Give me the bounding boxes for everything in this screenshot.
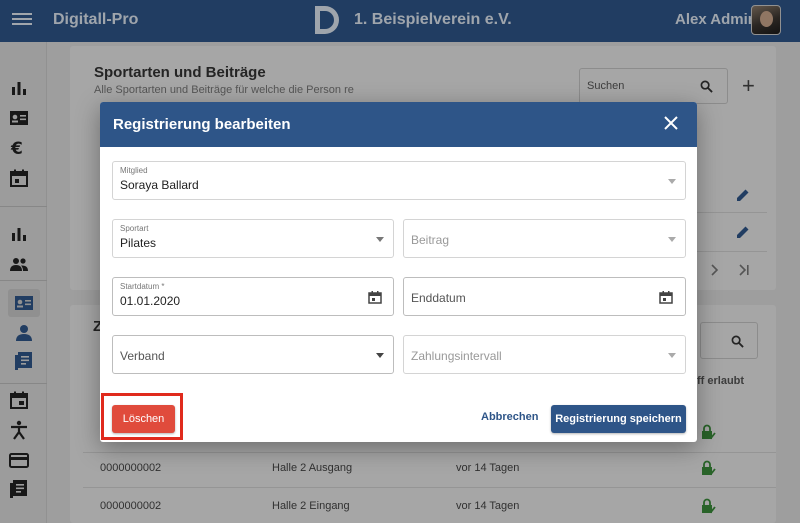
chevron-down-icon bbox=[668, 237, 676, 242]
highlight-box bbox=[101, 393, 183, 440]
calendar-icon[interactable] bbox=[368, 290, 382, 304]
association-placeholder: Verband bbox=[120, 349, 165, 363]
sport-label: Sportart bbox=[120, 224, 149, 233]
member-label: Mitglied bbox=[120, 166, 148, 175]
fee-placeholder: Beitrag bbox=[411, 233, 450, 247]
association-select[interactable]: Verband bbox=[112, 335, 394, 374]
close-icon[interactable] bbox=[663, 115, 679, 131]
sport-value: Pilates bbox=[120, 236, 157, 250]
payment-interval-placeholder: Zahlungsintervall bbox=[411, 349, 502, 363]
edit-registration-dialog: Registrierung bearbeiten Mitglied Soraya… bbox=[100, 102, 697, 442]
dialog-header: Registrierung bearbeiten bbox=[100, 102, 697, 147]
member-value: Soraya Ballard bbox=[120, 178, 199, 192]
fee-select[interactable]: Beitrag bbox=[403, 219, 686, 258]
dialog-title: Registrierung bearbeiten bbox=[113, 116, 291, 133]
calendar-icon[interactable] bbox=[659, 290, 673, 304]
chevron-down-icon bbox=[376, 353, 384, 358]
start-date-label: Startdatum * bbox=[120, 282, 165, 291]
end-date-field[interactable]: Enddatum bbox=[403, 277, 686, 316]
save-registration-button[interactable]: Registrierung speichern bbox=[551, 405, 686, 433]
start-date-value: 01.01.2020 bbox=[120, 294, 181, 308]
start-date-field[interactable]: Startdatum * 01.01.2020 bbox=[112, 277, 394, 316]
sport-select[interactable]: Sportart Pilates bbox=[112, 219, 394, 258]
cancel-button[interactable]: Abbrechen bbox=[481, 411, 538, 423]
chevron-down-icon bbox=[668, 353, 676, 358]
chevron-down-icon bbox=[668, 179, 676, 184]
end-date-placeholder: Enddatum bbox=[411, 291, 466, 305]
member-select[interactable]: Mitglied Soraya Ballard bbox=[112, 161, 686, 200]
payment-interval-select[interactable]: Zahlungsintervall bbox=[403, 335, 686, 374]
chevron-down-icon bbox=[376, 237, 384, 242]
